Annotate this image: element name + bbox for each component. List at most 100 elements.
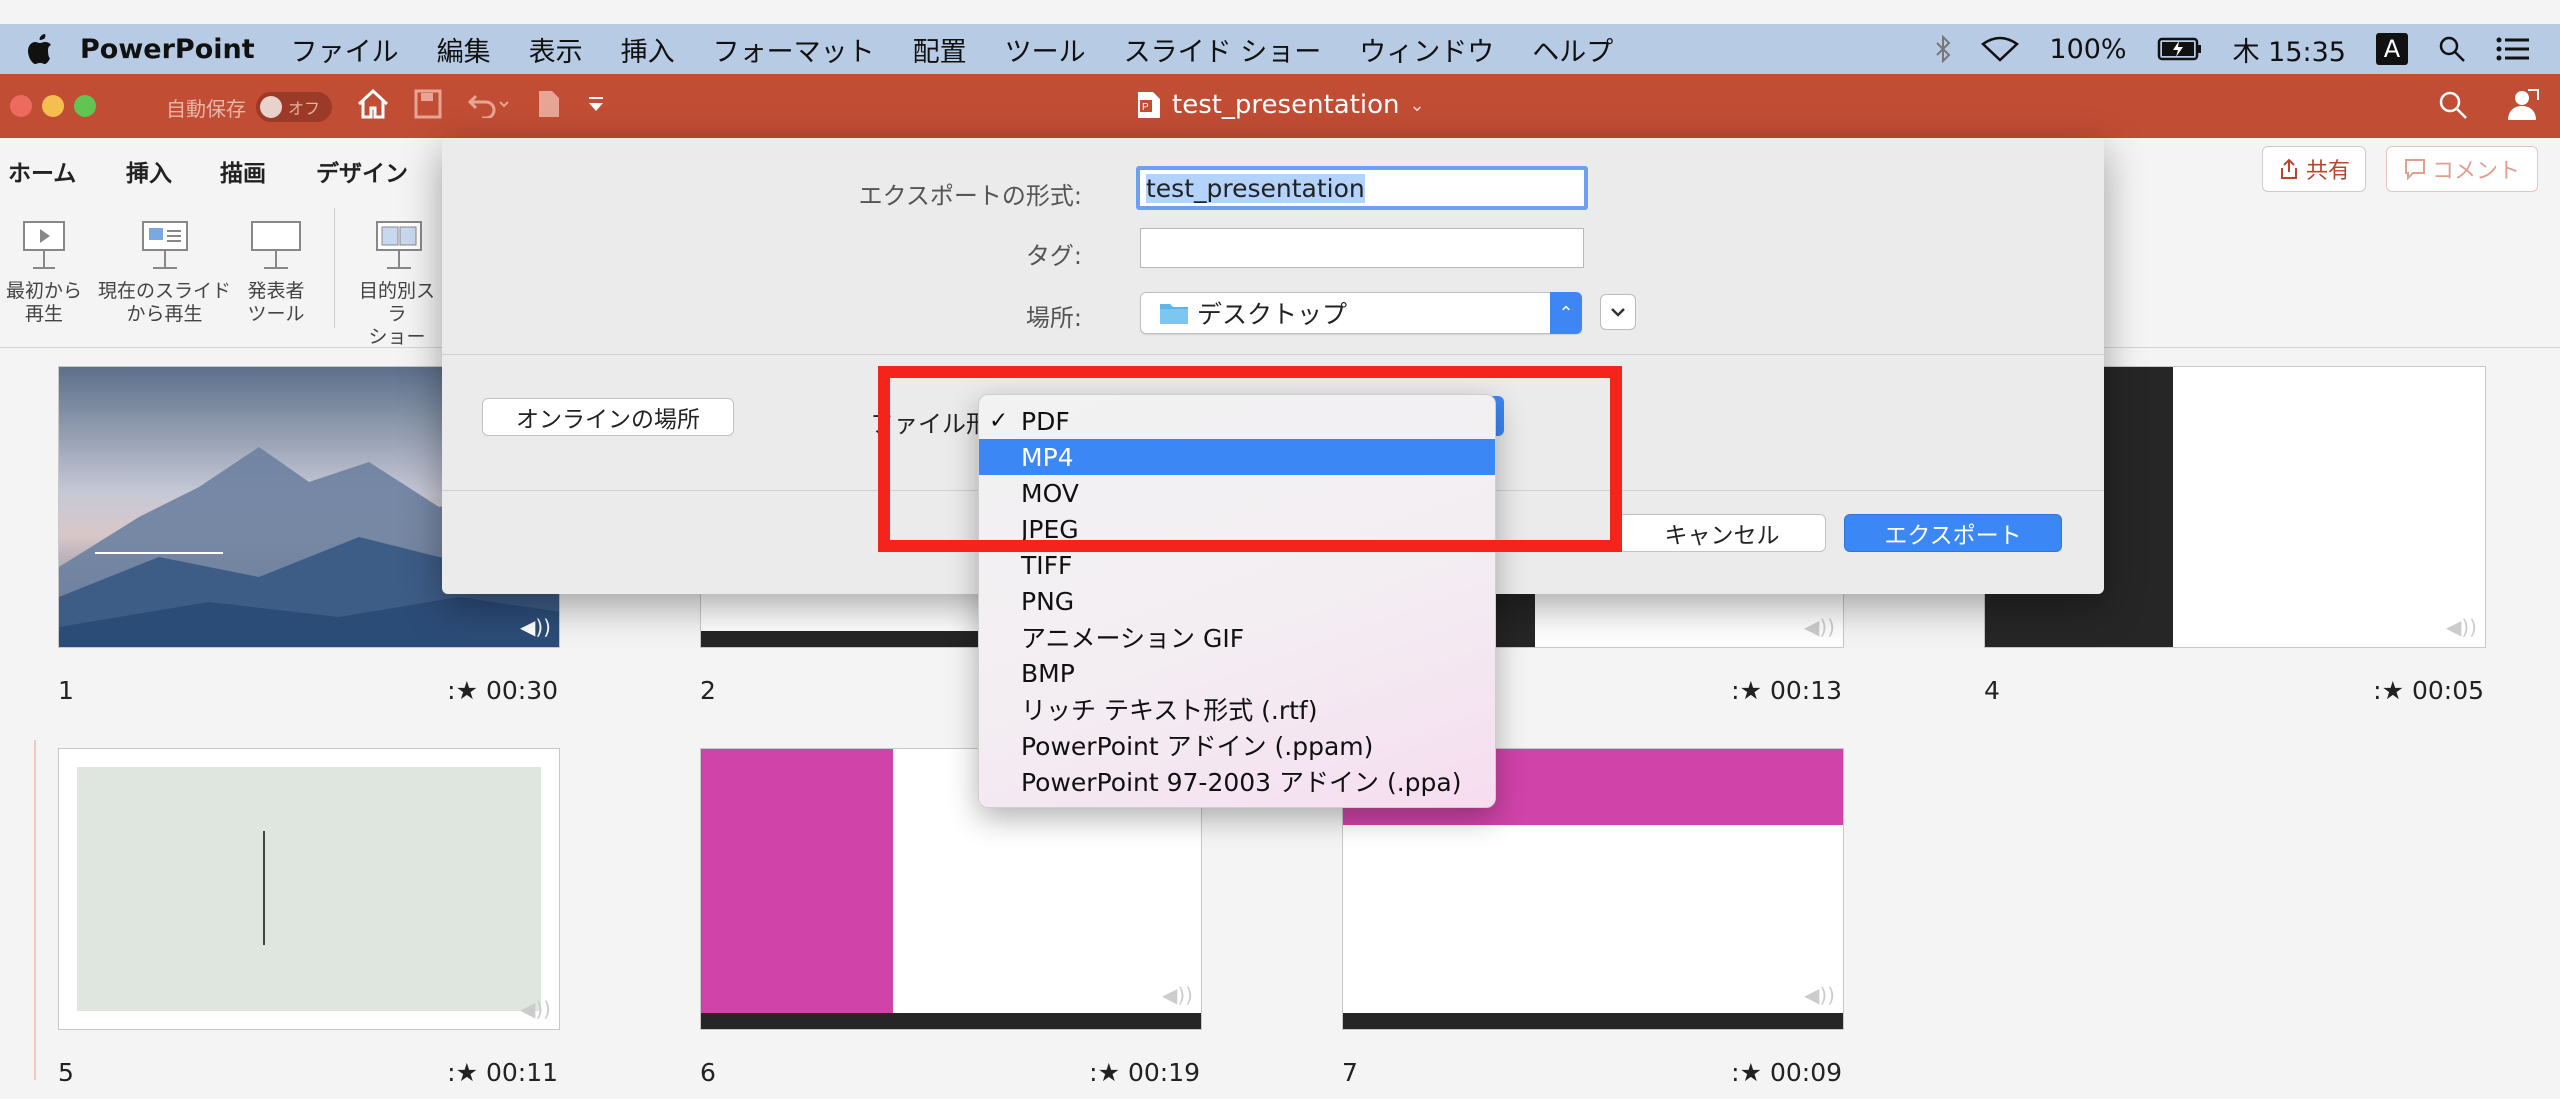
input-source-icon[interactable]: A <box>2376 33 2408 65</box>
expand-dialog-button[interactable] <box>1600 294 1636 330</box>
online-locations-button[interactable]: オンラインの場所 <box>482 398 734 436</box>
autosave-toggle[interactable]: オフ <box>256 92 332 122</box>
customize-toolbar-icon[interactable] <box>586 94 606 114</box>
comment-icon <box>2404 158 2426 180</box>
menu-slideshow[interactable]: スライド ショー <box>1124 30 1322 69</box>
transition-star-icon: :★ <box>1731 1058 1770 1087</box>
presenter-view-icon <box>246 214 306 280</box>
document-title[interactable]: test_presentation <box>1172 90 1400 120</box>
speaker-icon: ◀)) <box>2446 615 2477 639</box>
menu-tools[interactable]: ツール <box>1005 30 1086 69</box>
menu-insert[interactable]: 挿入 <box>621 30 675 69</box>
where-label: 場所: <box>1025 304 1082 332</box>
transition-star-icon: :★ <box>2373 676 2412 705</box>
clock[interactable]: 木 15:35 <box>2233 30 2346 69</box>
slide-number: 5 <box>58 1058 74 1087</box>
custom-show-button[interactable]: 目的別スラ ショー <box>352 214 442 349</box>
format-option-png[interactable]: PNG <box>979 583 1495 619</box>
menu-file[interactable]: ファイル <box>291 30 399 69</box>
presenter-view-button[interactable]: 発表者 ツール <box>246 214 306 326</box>
autosave-state: オフ <box>288 99 321 118</box>
menu-format[interactable]: フォーマット <box>713 30 875 69</box>
slide-number: 7 <box>1342 1058 1358 1087</box>
ribbon-divider <box>334 208 335 328</box>
share-button[interactable]: 共有 <box>2262 146 2366 192</box>
transition-star-icon: :★ <box>447 1058 486 1087</box>
tab-home[interactable]: ホーム <box>8 154 76 188</box>
minimize-window-button[interactable] <box>42 95 64 117</box>
menu-arrange[interactable]: 配置 <box>913 30 967 69</box>
play-from-current-button[interactable]: 現在のスライド から再生 <box>98 214 231 326</box>
transition-star-icon: :★ <box>1731 676 1770 705</box>
menu-help[interactable]: ヘルプ <box>1532 30 1613 69</box>
notification-center-icon[interactable] <box>2496 36 2530 62</box>
where-stepper-icon[interactable]: ⌃ <box>1550 292 1582 334</box>
autosave-label: 自動保存 <box>166 96 246 121</box>
format-option-ppa[interactable]: PowerPoint 97-2003 アドイン (.ppa) <box>979 763 1495 799</box>
comment-button[interactable]: コメント <box>2386 146 2538 192</box>
share-icon <box>2278 158 2300 180</box>
format-option-bmp[interactable]: BMP <box>979 655 1495 691</box>
speaker-icon: ◀)) <box>1162 983 1193 1007</box>
redo-icon[interactable] <box>536 89 562 119</box>
slide-thumbnail-5[interactable]: ◀)) <box>58 748 560 1030</box>
tab-insert[interactable]: 挿入 <box>126 154 172 188</box>
tags-field[interactable] <box>1140 228 1584 268</box>
format-option-ppam[interactable]: PowerPoint アドイン (.ppam) <box>979 727 1495 763</box>
dialog-divider <box>442 354 2104 355</box>
spotlight-icon[interactable] <box>2438 35 2466 63</box>
tab-design[interactable]: デザイン <box>316 154 408 188</box>
wifi-icon[interactable] <box>1981 36 2020 62</box>
search-icon[interactable] <box>2438 90 2468 120</box>
speaker-icon: ◀)) <box>520 615 551 639</box>
export-as-label: エクスポートの形式: <box>858 182 1082 210</box>
share-person-icon[interactable] <box>2502 88 2540 122</box>
format-option-rtf[interactable]: リッチ テキスト形式 (.rtf) <box>979 691 1495 727</box>
menu-view[interactable]: 表示 <box>529 30 583 69</box>
undo-icon[interactable] <box>466 90 512 118</box>
svg-text:P: P <box>1142 102 1149 113</box>
folder-icon <box>1159 301 1189 325</box>
where-select[interactable]: デスクトップ ⌃ <box>1140 292 1582 334</box>
play-from-start-icon <box>14 214 74 280</box>
format-option-gif[interactable]: アニメーション GIF <box>979 619 1495 655</box>
slide-number: 2 <box>700 676 716 705</box>
zoom-window-button[interactable] <box>74 95 96 117</box>
speaker-icon: ◀)) <box>1804 983 1835 1007</box>
save-icon[interactable] <box>414 89 442 119</box>
menu-edit[interactable]: 編集 <box>437 30 491 69</box>
transition-star-icon: :★ <box>1089 1058 1128 1087</box>
tags-label: タグ: <box>1025 242 1082 270</box>
close-window-button[interactable] <box>10 95 32 117</box>
chevron-down-icon[interactable]: ⌄ <box>1410 95 1425 116</box>
menu-bar: PowerPoint ファイル 編集 表示 挿入 フォーマット 配置 ツール ス… <box>0 24 2560 74</box>
export-as-field[interactable]: test_presentation <box>1136 166 1588 210</box>
format-option-tiff[interactable]: TIFF <box>979 547 1495 583</box>
cancel-button[interactable]: キャンセル <box>1618 514 1826 552</box>
slide-number: 6 <box>700 1058 716 1087</box>
export-button[interactable]: エクスポート <box>1844 514 2062 552</box>
battery-icon[interactable] <box>2157 37 2203 61</box>
slide-timing: :★ 00:30 <box>447 676 558 705</box>
slide-timing: :★ 00:13 <box>1731 676 1842 705</box>
slide-number: 4 <box>1984 676 2000 705</box>
home-icon[interactable] <box>356 88 390 120</box>
speaker-icon: ◀)) <box>1804 615 1835 639</box>
pptx-file-icon: P <box>1136 90 1162 120</box>
slide-timing: :★ 00:09 <box>1731 1058 1842 1087</box>
tab-draw[interactable]: 描画 <box>220 154 266 188</box>
menu-window[interactable]: ウィンドウ <box>1359 30 1494 69</box>
bluetooth-icon[interactable] <box>1935 35 1951 63</box>
app-menu[interactable]: PowerPoint <box>80 34 255 65</box>
highlight-annotation <box>878 366 1622 552</box>
play-from-current-icon <box>135 214 195 280</box>
window-titlebar: 自動保存 オフ P test_presentation ⌄ <box>0 74 2560 138</box>
play-from-start-button[interactable]: 最初から 再生 <box>6 214 82 326</box>
battery-percent: 100% <box>2049 33 2127 65</box>
apple-icon[interactable] <box>0 34 80 64</box>
slide-number: 1 <box>58 676 74 705</box>
transition-star-icon: :★ <box>447 676 486 705</box>
slide-timing: :★ 00:11 <box>447 1058 558 1087</box>
speaker-icon: ◀)) <box>520 997 551 1021</box>
slide-timing: :★ 00:05 <box>2373 676 2484 705</box>
